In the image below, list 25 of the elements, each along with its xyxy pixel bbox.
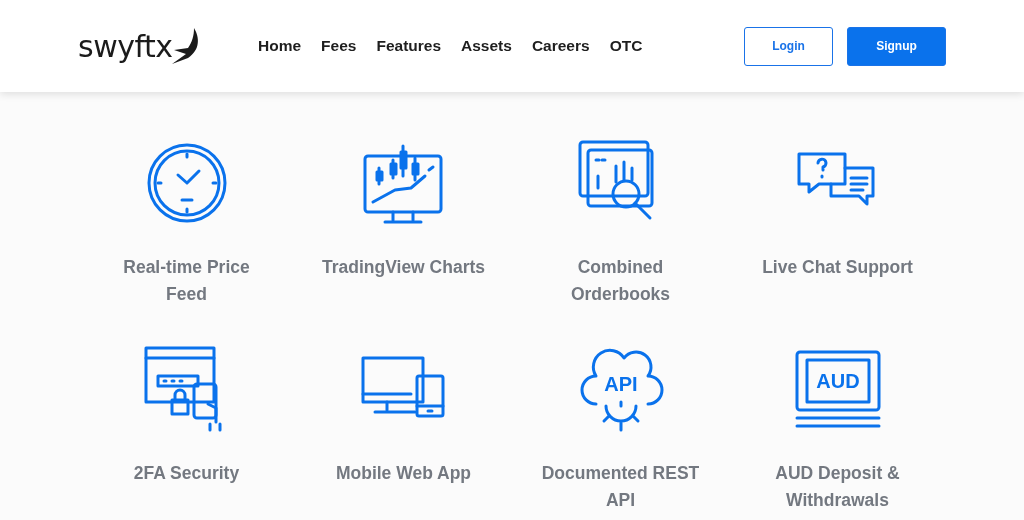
chat-bubbles-icon <box>797 152 874 206</box>
logo-text[interactable]: swyftx <box>78 28 173 64</box>
clock-icon <box>147 143 226 223</box>
devices-icon <box>361 356 444 418</box>
nav-link[interactable]: Home <box>258 37 302 55</box>
feature-title: TradingView Charts <box>320 256 487 279</box>
icon-label: AUD <box>815 370 860 392</box>
nav-link[interactable]: OTC <box>609 37 643 55</box>
feature-title: Real-time Price Feed <box>122 256 251 306</box>
feature-title: 2FA Security <box>132 462 241 485</box>
feature-title: Combined Orderbooks <box>569 256 672 306</box>
feature-title: AUD Deposit & Withdrawals <box>774 462 901 512</box>
lock-screen-icon <box>144 346 221 432</box>
magnifier-chart-icon <box>578 140 653 220</box>
login-button[interactable]: Login <box>744 26 833 66</box>
feature-title: Mobile Web App <box>334 462 473 485</box>
icon-label: API <box>603 373 638 395</box>
nav-link[interactable]: Features <box>376 37 442 55</box>
monitor-chart-icon <box>363 144 442 224</box>
nav-link[interactable]: Careers <box>531 37 590 55</box>
feature-title: Documented REST API <box>540 462 701 512</box>
nav-link[interactable]: Assets <box>461 37 512 55</box>
feature-title: Live Chat Support <box>761 256 914 279</box>
nav-link[interactable]: Fees <box>321 37 357 55</box>
signup-button[interactable]: Signup <box>847 26 946 66</box>
